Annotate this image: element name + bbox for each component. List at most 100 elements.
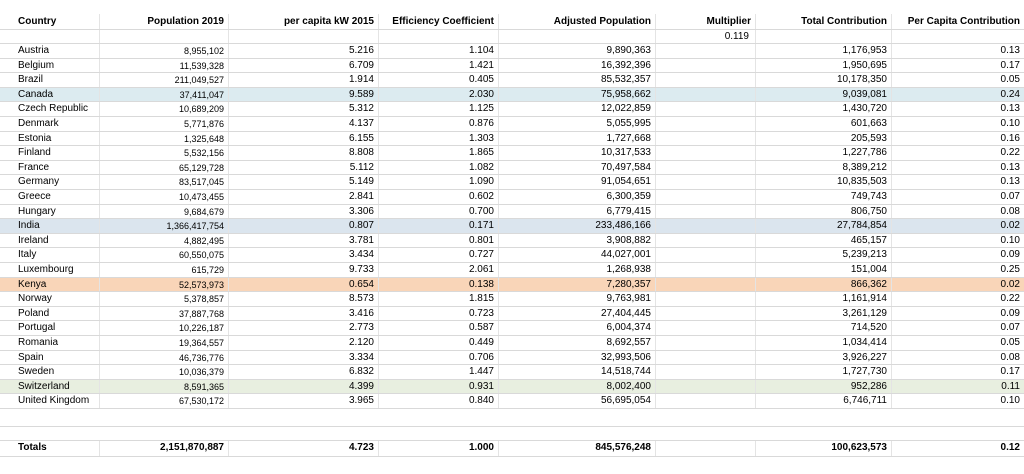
cell-population[interactable]: 5,532,156 [100, 146, 229, 160]
cell-per-capita-contribution[interactable]: 0.02 [892, 219, 1024, 233]
empty-cell[interactable] [656, 204, 756, 219]
cell-population[interactable]: 1,366,417,754 [100, 219, 229, 233]
cell-adjusted-population[interactable]: 44,027,001 [499, 248, 656, 262]
cell-per-capita-kw[interactable]: 0.654 [229, 277, 379, 292]
cell-population[interactable]: 9,684,679 [100, 204, 229, 219]
cell-per-capita-contribution[interactable]: 0.10 [892, 394, 1024, 408]
cell-population[interactable]: 10,226,187 [100, 321, 229, 335]
totals-efficiency[interactable]: 1.000 [379, 441, 499, 456]
cell-per-capita-contribution[interactable]: 0.11 [892, 380, 1024, 394]
cell-country[interactable]: Kenya [0, 277, 100, 292]
cell-per-capita-contribution[interactable]: 0.09 [892, 248, 1024, 262]
cell-efficiency[interactable]: 0.138 [379, 277, 499, 292]
cell-total-contribution[interactable]: 5,239,213 [756, 248, 892, 262]
cell-per-capita-contribution[interactable]: 0.13 [892, 102, 1024, 116]
cell-per-capita-kw[interactable]: 3.416 [229, 306, 379, 321]
cell-per-capita-contribution[interactable]: 0.10 [892, 234, 1024, 248]
cell-per-capita-contribution[interactable]: 0.13 [892, 44, 1024, 58]
cell-efficiency[interactable]: 0.706 [379, 350, 499, 365]
cell-per-capita-kw[interactable]: 8.808 [229, 146, 379, 160]
cell-total-contribution[interactable]: 8,389,212 [756, 160, 892, 175]
cell-per-capita-kw[interactable]: 3.965 [229, 394, 379, 408]
cell-per-capita-contribution[interactable]: 0.08 [892, 205, 1024, 219]
cell-adjusted-population[interactable]: 32,993,506 [499, 350, 656, 365]
cell-per-capita-contribution[interactable]: 0.10 [892, 117, 1024, 131]
cell-efficiency[interactable]: 1.865 [379, 146, 499, 160]
cell-total-contribution[interactable]: 1,430,720 [756, 102, 892, 116]
empty-cell[interactable] [656, 350, 756, 365]
cell-per-capita-contribution[interactable]: 0.22 [892, 292, 1024, 306]
cell-per-capita-contribution[interactable]: 0.13 [892, 175, 1024, 189]
cell-per-capita-kw[interactable]: 9.589 [229, 87, 379, 102]
cell-per-capita-kw[interactable]: 4.399 [229, 379, 379, 394]
header-population[interactable]: Population 2019 [100, 14, 229, 29]
empty-cell[interactable] [229, 30, 379, 43]
cell-population[interactable]: 10,036,379 [100, 365, 229, 379]
empty-cell[interactable] [656, 117, 756, 131]
cell-total-contribution[interactable]: 806,750 [756, 204, 892, 219]
cell-adjusted-population[interactable]: 6,300,359 [499, 190, 656, 204]
empty-cell[interactable] [892, 30, 1024, 43]
cell-adjusted-population[interactable]: 75,958,662 [499, 87, 656, 102]
cell-per-capita-contribution[interactable]: 0.08 [892, 351, 1024, 365]
cell-efficiency[interactable]: 1.125 [379, 102, 499, 116]
cell-efficiency[interactable]: 1.090 [379, 175, 499, 189]
empty-cell[interactable] [656, 441, 756, 456]
empty-cell[interactable] [656, 336, 756, 350]
cell-total-contribution[interactable]: 1,176,953 [756, 44, 892, 58]
empty-cell[interactable] [656, 44, 756, 58]
cell-per-capita-kw[interactable]: 2.773 [229, 321, 379, 335]
empty-cell[interactable] [656, 175, 756, 189]
cell-adjusted-population[interactable]: 16,392,396 [499, 58, 656, 73]
cell-population[interactable]: 65,129,728 [100, 160, 229, 175]
cell-country[interactable]: Luxembourg [0, 263, 100, 277]
cell-efficiency[interactable]: 1.447 [379, 365, 499, 379]
cell-per-capita-contribution[interactable]: 0.07 [892, 321, 1024, 335]
cell-adjusted-population[interactable]: 8,002,400 [499, 379, 656, 394]
cell-efficiency[interactable]: 0.602 [379, 190, 499, 204]
cell-adjusted-population[interactable]: 8,692,557 [499, 336, 656, 350]
cell-efficiency[interactable]: 1.421 [379, 58, 499, 73]
cell-population[interactable]: 83,517,045 [100, 175, 229, 189]
cell-efficiency[interactable]: 0.727 [379, 248, 499, 262]
cell-per-capita-kw[interactable]: 3.334 [229, 350, 379, 365]
cell-per-capita-kw[interactable]: 6.155 [229, 131, 379, 146]
cell-total-contribution[interactable]: 714,520 [756, 321, 892, 335]
cell-adjusted-population[interactable]: 91,054,651 [499, 175, 656, 189]
cell-country[interactable]: Norway [0, 292, 100, 306]
cell-country[interactable]: Estonia [0, 131, 100, 146]
cell-total-contribution[interactable]: 601,663 [756, 117, 892, 131]
cell-efficiency[interactable]: 1.104 [379, 44, 499, 58]
empty-cell[interactable] [656, 394, 756, 408]
cell-country[interactable]: India [0, 219, 100, 233]
cell-per-capita-contribution[interactable]: 0.24 [892, 88, 1024, 102]
cell-total-contribution[interactable]: 1,227,786 [756, 146, 892, 160]
cell-per-capita-contribution[interactable]: 0.25 [892, 263, 1024, 277]
cell-efficiency[interactable]: 1.815 [379, 292, 499, 306]
empty-cell[interactable] [656, 248, 756, 262]
cell-efficiency[interactable]: 0.840 [379, 394, 499, 408]
cell-per-capita-kw[interactable]: 4.137 [229, 117, 379, 131]
cell-per-capita-kw[interactable]: 3.781 [229, 233, 379, 248]
cell-country[interactable]: Romania [0, 336, 100, 350]
cell-population[interactable]: 5,378,857 [100, 292, 229, 306]
empty-cell[interactable] [656, 277, 756, 292]
empty-cell[interactable] [656, 321, 756, 335]
cell-adjusted-population[interactable]: 27,404,445 [499, 306, 656, 321]
cell-population[interactable]: 8,591,365 [100, 379, 229, 394]
cell-adjusted-population[interactable]: 6,004,374 [499, 321, 656, 335]
cell-per-capita-kw[interactable]: 9.733 [229, 263, 379, 277]
empty-cell[interactable] [656, 131, 756, 146]
empty-cell[interactable] [656, 292, 756, 306]
cell-per-capita-contribution[interactable]: 0.17 [892, 365, 1024, 379]
empty-cell[interactable] [499, 30, 656, 43]
cell-per-capita-contribution[interactable]: 0.05 [892, 73, 1024, 87]
cell-efficiency[interactable]: 0.876 [379, 117, 499, 131]
cell-per-capita-contribution[interactable]: 0.22 [892, 146, 1024, 160]
empty-cell[interactable] [656, 263, 756, 277]
cell-population[interactable]: 67,530,172 [100, 394, 229, 408]
header-country[interactable]: Country [0, 14, 100, 29]
header-multiplier[interactable]: Multiplier [656, 14, 756, 29]
empty-cell[interactable] [656, 58, 756, 73]
empty-cell[interactable] [656, 87, 756, 102]
